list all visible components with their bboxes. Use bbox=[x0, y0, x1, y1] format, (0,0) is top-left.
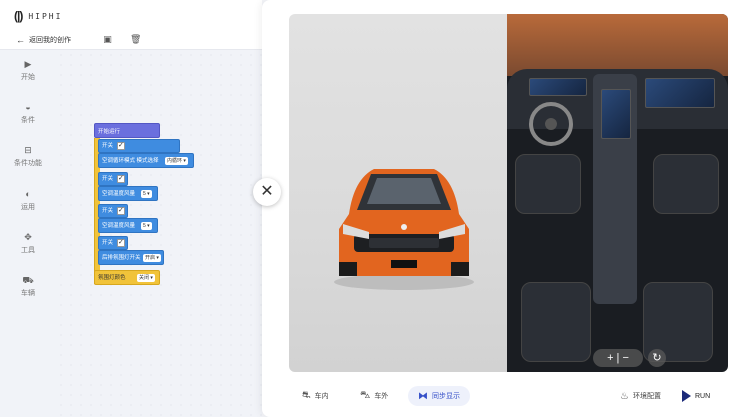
sidebar-item-apply[interactable]: ◐ 运用 bbox=[0, 188, 56, 222]
action-label: 空调温度风量 bbox=[102, 191, 136, 197]
delete-icon[interactable]: 🗑 bbox=[130, 34, 141, 45]
block-category-sidebar: ▶ 开始 ◒ 条件 ⊟ 条件功能 ◐ 运用 ✥ 工具 ⛟ 车辆 bbox=[0, 50, 56, 417]
refresh-icon[interactable]: ↻ bbox=[648, 349, 666, 367]
toggle-block-3[interactable]: 开关 bbox=[98, 204, 128, 218]
action-label: 后排氛围灯开关 bbox=[102, 255, 141, 261]
tools-icon: ✥ bbox=[24, 232, 32, 242]
toggle-block-2[interactable]: 开关 bbox=[98, 172, 128, 186]
toggle-label: 开关 bbox=[102, 176, 114, 182]
car-exterior-image bbox=[334, 169, 474, 290]
logo-text: HIPHI bbox=[28, 11, 63, 21]
function-icon: ⊟ bbox=[24, 145, 32, 155]
block-workspace[interactable] bbox=[56, 50, 262, 417]
sync-display-icon: ⧓ bbox=[418, 390, 428, 402]
action-block-2[interactable]: 空调温度风量 5 ▾ bbox=[98, 186, 158, 201]
action-block-3[interactable]: 空调温度风量 5 ▾ bbox=[98, 218, 158, 233]
value-dropdown[interactable]: 关闭 ▾ bbox=[137, 274, 155, 282]
value-dropdown[interactable]: 5 ▾ bbox=[141, 190, 152, 198]
top-bar: (|) HIPHI bbox=[0, 0, 262, 30]
action-block-4[interactable]: 后排氛围灯开关 开启 ▾ bbox=[98, 250, 164, 265]
value-dropdown[interactable]: 开启 ▾ bbox=[143, 254, 161, 262]
checkbox-icon[interactable] bbox=[117, 206, 125, 215]
environment-icon: ♨ bbox=[620, 390, 629, 402]
zoom-control[interactable]: + | − bbox=[593, 349, 643, 367]
tab-label: 同步显示 bbox=[432, 393, 460, 400]
tab-sync-display[interactable]: ⧓ 同步显示 bbox=[408, 386, 470, 406]
steering-wheel-icon bbox=[529, 102, 573, 146]
tab-label: 车外 bbox=[374, 393, 389, 400]
passenger-seat bbox=[653, 154, 719, 214]
checkbox-icon[interactable] bbox=[117, 238, 125, 247]
hiphi-logo[interactable]: (|) HIPHI bbox=[14, 9, 62, 23]
action-label: 空调循环模式 模式选择 bbox=[102, 158, 159, 164]
interior-ceiling bbox=[507, 14, 728, 76]
sidebar-item-tools[interactable]: ✥ 工具 bbox=[0, 231, 56, 265]
driver-seat bbox=[515, 154, 581, 214]
action-block-1[interactable]: 空调循环模式 模式选择 内循环 ▾ bbox=[98, 153, 194, 168]
checkbox-icon[interactable] bbox=[117, 174, 125, 183]
sidebar-item-start[interactable]: ▶ 开始 bbox=[0, 58, 56, 92]
save-icon[interactable]: ▣ bbox=[102, 34, 113, 45]
play-icon bbox=[682, 390, 691, 402]
sidebar-item-condition[interactable]: ◒ 条件 bbox=[0, 101, 56, 135]
value-dropdown[interactable]: 5 ▾ bbox=[141, 222, 152, 230]
exterior-view bbox=[289, 14, 507, 372]
apply-icon: ◐ bbox=[25, 189, 31, 199]
rear-left-seat bbox=[521, 282, 591, 362]
tab-exterior[interactable]: ⛍ 车外 bbox=[360, 386, 388, 406]
checkbox-icon[interactable] bbox=[117, 141, 125, 150]
toggle-label: 开关 bbox=[102, 208, 114, 214]
ambient-color-block[interactable]: 氛围灯颜色 关闭 ▾ bbox=[94, 270, 160, 285]
car-interior-icon: ⛐ bbox=[302, 389, 311, 401]
sidebar-item-vehicle[interactable]: ⛟ 车辆 bbox=[0, 274, 56, 308]
env-label: 环境配置 bbox=[632, 393, 661, 400]
logo-mark: (|) bbox=[14, 9, 23, 23]
interior-view bbox=[507, 14, 728, 372]
vehicle-icon: ⛟ bbox=[22, 275, 34, 285]
passenger-display bbox=[645, 78, 715, 108]
toggle-block-1[interactable]: 开关 bbox=[98, 139, 180, 153]
play-icon: ▶ bbox=[24, 59, 32, 69]
driver-display bbox=[529, 78, 587, 96]
toggle-block-4[interactable]: 开关 bbox=[98, 236, 128, 250]
run-button[interactable]: RUN bbox=[682, 386, 710, 406]
back-label: 返回我的创作 bbox=[29, 37, 71, 44]
tab-interior[interactable]: ⛐ 车内 bbox=[302, 386, 329, 406]
toggle-label: 开关 bbox=[102, 240, 114, 246]
run-label: RUN bbox=[695, 392, 711, 400]
event-label: 开始运行 bbox=[98, 129, 121, 135]
back-link[interactable]: ← 返回我的创作 bbox=[16, 35, 71, 45]
center-screen bbox=[601, 89, 631, 139]
start-event-block[interactable]: 开始运行 bbox=[94, 123, 160, 138]
value-dropdown[interactable]: 内循环 ▾ bbox=[165, 157, 188, 165]
close-icon[interactable]: ✕ bbox=[253, 178, 281, 206]
car-exterior-icon: ⛍ bbox=[360, 389, 371, 401]
editor-area: (|) HIPHI ← 返回我的创作 ▣ 🗑 ▶ 开始 ◒ 条件 ⊟ 条件功能 … bbox=[0, 0, 262, 417]
vehicle-preview-viewer[interactable] bbox=[289, 14, 728, 372]
action-label: 空调温度风量 bbox=[102, 223, 136, 229]
back-arrow-icon: ← bbox=[16, 35, 25, 45]
back-bar: ← 返回我的创作 ▣ 🗑 bbox=[0, 30, 262, 50]
toggle-label: 开关 bbox=[102, 143, 114, 149]
condition-icon: ◒ bbox=[25, 102, 31, 112]
sidebar-item-condition-function[interactable]: ⊟ 条件功能 bbox=[0, 144, 56, 178]
environment-config-button[interactable]: ♨ 环境配置 bbox=[620, 386, 661, 406]
tab-label: 车内 bbox=[314, 393, 329, 400]
action-label: 氛围灯颜色 bbox=[98, 275, 126, 281]
